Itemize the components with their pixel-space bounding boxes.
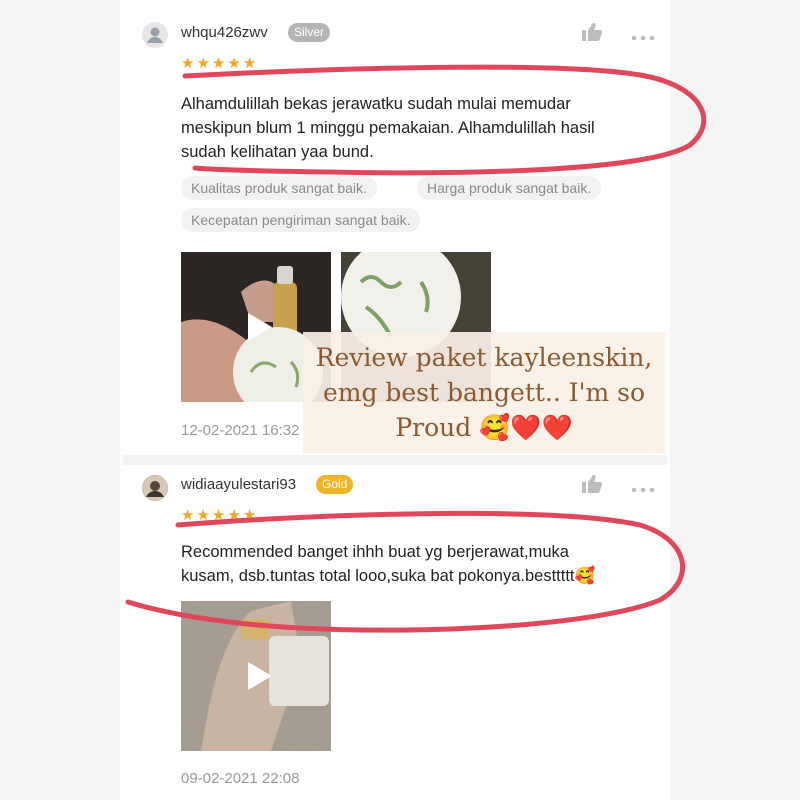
annotation-circle-1 [182, 64, 707, 176]
caption-line-3: Proud 🥰❤️❤️ [395, 413, 573, 442]
caption-text: Review paket kayleenskin, emg best bange… [303, 340, 665, 445]
caption-line-2: emg best bangett.. I'm so [322, 378, 646, 407]
caption-overlay: Review paket kayleenskin, emg best bange… [303, 332, 665, 453]
caption-line-1: Review paket kayleenskin, [315, 343, 653, 372]
annotation-circle-2 [125, 510, 686, 633]
